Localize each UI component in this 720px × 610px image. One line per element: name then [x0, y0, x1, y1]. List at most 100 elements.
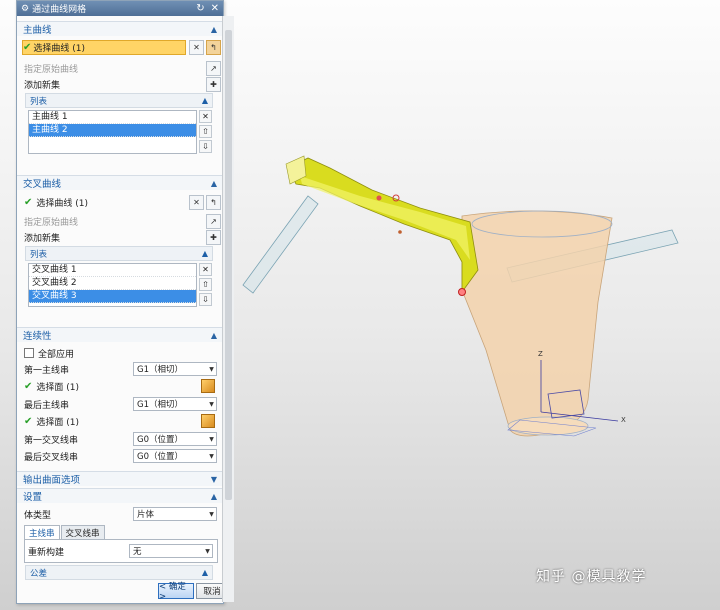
cross-list-header[interactable]: 列表 ▲ — [25, 246, 213, 261]
list-item[interactable]: 交叉曲线 1 — [29, 264, 196, 277]
list-item[interactable]: 主曲线 1 — [29, 111, 196, 124]
primary-list[interactable]: 主曲线 1 主曲线 2 — [28, 110, 197, 154]
cross-origin-row[interactable]: 指定原始曲线 ↗ — [17, 213, 223, 229]
arrow-down-icon: ⇩ — [202, 295, 209, 304]
gear-icon: ⚙ — [21, 3, 30, 14]
curve-rule-button[interactable]: ✕ — [189, 39, 204, 55]
select-face-2-label: 选择面 (1) — [36, 417, 80, 428]
primary-select-curve[interactable]: ✔ 选择曲线 (1) — [22, 39, 186, 55]
curve-point[interactable] — [376, 195, 382, 201]
move-down-button[interactable]: ⇩ — [199, 140, 212, 153]
section-continuity-title: 连续性 — [23, 331, 52, 342]
face-cube-icon[interactable] — [201, 414, 215, 428]
cross-select-label: 选择曲线 (1) — [36, 198, 89, 209]
direction-icon: ↰ — [210, 197, 217, 207]
curve-point[interactable] — [398, 230, 402, 234]
face-cube-icon[interactable] — [201, 379, 215, 393]
primary-list-header[interactable]: 列表 ▲ — [25, 93, 213, 108]
cross-list-title: 列表 — [30, 249, 48, 260]
face-select-row-2[interactable]: ✔ 选择面 (1) — [17, 414, 223, 428]
primary-add-new-set: 添加新集 — [24, 80, 61, 91]
cross-select-row[interactable]: ✔ 选择曲线 (1) ✕ ↰ — [17, 194, 223, 210]
select-face-1-label: 选择面 (1) — [36, 382, 80, 393]
reset-icon[interactable]: ↻ — [196, 3, 204, 14]
chevron-down-icon: ▼ — [210, 474, 217, 484]
apply-all-row[interactable]: 全部应用 — [17, 346, 223, 360]
chevron-down-icon: ▼ — [209, 365, 214, 373]
rebuild-value: 无 — [133, 547, 142, 557]
curve-point[interactable] — [458, 288, 466, 296]
list-item[interactable]: 主曲线 2 — [29, 124, 196, 137]
face-select-row-1[interactable]: ✔ 选择面 (1) — [17, 379, 223, 393]
check-icon: ✔ — [23, 41, 32, 53]
origin-curve-button[interactable]: ↗ — [206, 213, 221, 229]
cross-add-set-row[interactable]: 添加新集 ✚ — [17, 229, 223, 245]
first-cross-dropdown[interactable]: G0（位置） ▼ — [133, 432, 217, 446]
add-set-button[interactable]: ✚ — [206, 76, 221, 92]
direction-icon: ↰ — [210, 42, 217, 52]
first-cross-value: G0（位置） — [137, 435, 183, 445]
move-down-button[interactable]: ⇩ — [199, 293, 212, 306]
origin-curve-icon: ↗ — [210, 216, 217, 226]
chevron-up-icon: ▲ — [210, 24, 217, 34]
remove-button[interactable]: ✕ — [199, 110, 212, 123]
settings-tabs: 主线串 交叉线串 — [24, 525, 106, 539]
move-up-button[interactable]: ⇧ — [199, 278, 212, 291]
section-primary-title: 主曲线 — [23, 25, 52, 36]
primary-list-title: 列表 — [30, 96, 48, 107]
chevron-up-icon: ▲ — [210, 178, 217, 188]
reverse-direction-button[interactable]: ↰ — [206, 39, 221, 55]
chevron-down-icon: ▼ — [209, 400, 214, 408]
ok-button[interactable]: < 确定 > — [158, 582, 194, 602]
last-primary-dropdown[interactable]: G1（相切） ▼ — [133, 397, 217, 411]
first-primary-dropdown[interactable]: G1（相切） ▼ — [133, 362, 217, 376]
section-output-options[interactable]: 输出曲面选项 ▼ — [17, 471, 223, 486]
section-continuity[interactable]: 连续性 ▲ — [17, 327, 223, 342]
body-type-value: 片体 — [137, 510, 155, 520]
chevron-down-icon: ▼ — [209, 435, 214, 443]
rebuild-dropdown[interactable]: 无 ▼ — [129, 544, 213, 558]
last-primary-value: G1（相切） — [137, 400, 183, 410]
section-settings-title: 设置 — [23, 492, 43, 503]
body-type-dropdown[interactable]: 片体 ▼ — [133, 507, 217, 521]
chevron-up-icon: ▲ — [201, 568, 208, 577]
reverse-direction-button[interactable]: ↰ — [206, 194, 221, 210]
add-set-icon: ✚ — [210, 79, 217, 89]
origin-curve-button[interactable]: ↗ — [206, 60, 221, 76]
chevron-down-icon: ▼ — [209, 510, 214, 518]
apply-all-checkbox[interactable] — [24, 348, 34, 358]
remove-button[interactable]: ✕ — [199, 263, 212, 276]
curve-rule-icon: ✕ — [193, 197, 200, 207]
dialog-through-curve-mesh: ⚙ 通过曲线网格 ↻ ✕ 主曲线 ▲ ✔ 选择曲线 (1) ✕ ↰ 指定原始曲线… — [16, 0, 228, 604]
tab-primary-string[interactable]: 主线串 — [24, 525, 60, 539]
tab-cross-string[interactable]: 交叉线串 — [60, 525, 105, 539]
dialog-titlebar[interactable]: ⚙ 通过曲线网格 ↻ ✕ — [17, 1, 223, 16]
tapered-body[interactable] — [461, 210, 613, 437]
chevron-down-icon: ▼ — [205, 547, 210, 555]
section-primary-curves[interactable]: 主曲线 ▲ — [17, 21, 223, 36]
section-settings[interactable]: 设置 ▲ — [17, 488, 223, 503]
last-cross-dropdown[interactable]: G0（位置） ▼ — [133, 449, 217, 463]
watermark: 知乎 @模具教学 — [536, 569, 647, 585]
close-icon[interactable]: ✕ — [211, 3, 219, 14]
cross-list[interactable]: 交叉曲线 1 交叉曲线 2 交叉曲线 3 — [28, 263, 197, 307]
section-cross-curves[interactable]: 交叉曲线 ▲ — [17, 175, 223, 190]
chevron-up-icon: ▲ — [201, 96, 208, 105]
add-set-button[interactable]: ✚ — [206, 229, 221, 245]
list-item[interactable]: 交叉曲线 3 — [29, 290, 196, 303]
tolerance-header[interactable]: 公差 ▲ — [25, 565, 213, 580]
delete-icon: ✕ — [202, 112, 209, 121]
curve-rule-button[interactable]: ✕ — [189, 194, 204, 210]
dialog-title: 通过曲线网格 — [32, 5, 87, 15]
first-primary-value: G1（相切） — [137, 365, 183, 375]
primary-add-set-row[interactable]: 添加新集 ✚ — [17, 76, 223, 92]
chevron-up-icon: ▲ — [210, 491, 217, 501]
move-up-button[interactable]: ⇧ — [199, 125, 212, 138]
arrow-up-icon: ⇧ — [202, 127, 209, 136]
axis-z-label: Z — [538, 350, 543, 358]
primary-origin-row[interactable]: 指定原始曲线 ↗ — [17, 60, 223, 76]
list-item[interactable]: 交叉曲线 2 — [29, 277, 196, 290]
datum-plane-left[interactable] — [242, 195, 319, 294]
scrollbar-thumb[interactable] — [225, 30, 232, 500]
dialog-scrollbar[interactable] — [222, 16, 234, 602]
